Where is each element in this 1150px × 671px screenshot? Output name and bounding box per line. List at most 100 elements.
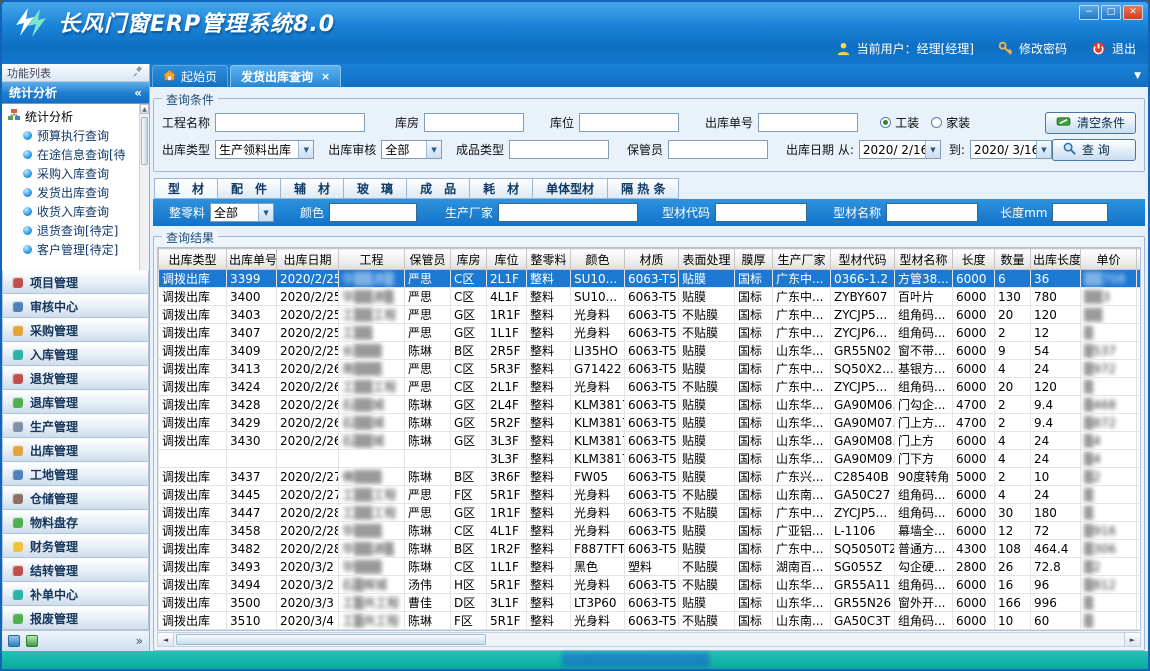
cell[interactable]: 3510 xyxy=(227,612,277,630)
cell[interactable]: ▒▒ xyxy=(1081,306,1137,324)
sidebar-module[interactable]: 入库管理 xyxy=(2,342,149,366)
dropdown-arrow-icon[interactable]: ▼ xyxy=(258,204,273,221)
cell[interactable]: 光身料 xyxy=(571,324,625,342)
cell[interactable]: 182 xyxy=(1137,558,1142,576)
profile-name-input[interactable] xyxy=(886,203,978,222)
cell[interactable]: B区 xyxy=(451,468,487,486)
cell[interactable]: 光身料 xyxy=(571,306,625,324)
cell[interactable]: GR55N26 xyxy=(831,594,895,612)
column-header[interactable]: 出库日期 xyxy=(277,249,339,270)
cell[interactable]: C区 xyxy=(451,360,487,378)
cell[interactable]: 20 xyxy=(995,306,1031,324)
cell[interactable]: 严思 xyxy=(405,270,451,288)
table-row[interactable]: 调拨出库34372020/2/27佛▒▒▒陈琳B区3R6F整料FW056063-… xyxy=(159,468,1142,486)
cell[interactable]: 20 xyxy=(995,378,1031,396)
cell[interactable]: 186 xyxy=(1137,396,1142,414)
cell[interactable]: 216 xyxy=(1137,468,1142,486)
cell[interactable]: 12 xyxy=(1031,324,1081,342)
cell[interactable]: 3500 xyxy=(227,594,277,612)
cell[interactable]: 整料 xyxy=(527,324,571,342)
table-row[interactable]: 调拨出库34822020/2/28华▒▒源▒陈琳B区1R2F整料F887TFT6… xyxy=(159,540,1142,558)
cell[interactable]: 12 xyxy=(995,522,1031,540)
cell[interactable]: 陈琳 xyxy=(405,342,451,360)
cell[interactable]: 4700 xyxy=(953,396,995,414)
cell[interactable]: 5R3F xyxy=(487,360,527,378)
cell[interactable]: 4300 xyxy=(953,540,995,558)
scroll-up-icon[interactable]: ▲ xyxy=(140,104,149,114)
cell[interactable]: 整料 xyxy=(527,378,571,396)
cell[interactable]: 6000 xyxy=(953,378,995,396)
cell[interactable]: C区 xyxy=(451,378,487,396)
cell[interactable]: 广东中... xyxy=(773,306,831,324)
cell[interactable]: 门勾企... xyxy=(895,396,953,414)
column-header[interactable]: 型材代码 xyxy=(831,249,895,270)
tab-shipping-outbound-query[interactable]: 发货出库查询 × xyxy=(230,65,341,87)
cell[interactable]: 6063-T5 xyxy=(625,432,679,450)
cell[interactable]: 3L1F xyxy=(487,594,527,612)
cell[interactable]: 光身料 xyxy=(571,576,625,594)
cell[interactable]: 调拨出库 xyxy=(159,324,227,342)
cell[interactable]: 调拨出库 xyxy=(159,468,227,486)
cell[interactable]: 3399 xyxy=(227,270,277,288)
cell[interactable]: 24 xyxy=(1031,486,1081,504)
cell[interactable]: 陈琳 xyxy=(405,414,451,432)
cell[interactable]: 湖南百... xyxy=(773,558,831,576)
cell[interactable]: 2R5F xyxy=(487,342,527,360)
cell[interactable]: ▒972 xyxy=(1081,360,1137,378)
date-to-picker[interactable]: 2020/ 3/16 ▼ xyxy=(970,140,1052,159)
cell[interactable]: 1L1F xyxy=(487,558,527,576)
keeper-input[interactable] xyxy=(668,140,768,159)
material-tab[interactable]: 型 材 xyxy=(154,178,218,199)
cell[interactable]: 整料 xyxy=(527,414,571,432)
cell[interactable]: C28540B xyxy=(831,468,895,486)
cell[interactable]: 调拨出库 xyxy=(159,612,227,630)
cell[interactable]: 贴膜 xyxy=(679,414,735,432)
column-header[interactable]: 颜色 xyxy=(571,249,625,270)
cell[interactable]: 6063-T5 xyxy=(625,306,679,324)
cell[interactable]: 6063-T5 xyxy=(625,414,679,432)
cell[interactable]: 464.4 xyxy=(1031,540,1081,558)
cell[interactable]: 6000 xyxy=(953,450,995,468)
cell[interactable]: 贴膜 xyxy=(679,396,735,414)
column-header[interactable]: 整零料 xyxy=(527,249,571,270)
cell[interactable]: L型角... xyxy=(895,630,953,632)
material-tab[interactable]: 单体型材 xyxy=(533,178,608,199)
sidebar-module[interactable]: 退货管理 xyxy=(2,366,149,390)
close-button[interactable]: ✕ xyxy=(1123,5,1143,20)
cell[interactable]: G区 xyxy=(451,324,487,342)
cell[interactable]: H区 xyxy=(451,576,487,594)
cell[interactable]: ▒ xyxy=(1081,612,1137,630)
cell[interactable]: 3445 xyxy=(227,486,277,504)
cell[interactable]: 整料 xyxy=(527,576,571,594)
cell[interactable]: 广亚铝... xyxy=(773,522,831,540)
cell[interactable]: 3403 xyxy=(227,306,277,324)
column-header[interactable]: 型材名称 xyxy=(895,249,953,270)
cell[interactable]: 整料 xyxy=(527,522,571,540)
cell[interactable]: LI35HO xyxy=(571,342,625,360)
cell[interactable]: G区 xyxy=(451,432,487,450)
cell[interactable]: 不贴膜 xyxy=(679,612,735,630)
cell[interactable]: 调拨出库 xyxy=(159,342,227,360)
cell[interactable]: 整料 xyxy=(527,558,571,576)
cell[interactable]: 整料 xyxy=(527,612,571,630)
cell[interactable]: 6000 xyxy=(953,270,995,288)
table-row[interactable]: 调拨出库34942020/3/2石▒辉城汤伟H区5R1F整料光身料6063-T5… xyxy=(159,576,1142,594)
search-button[interactable]: 查 询 xyxy=(1052,139,1136,161)
tab-close-icon[interactable]: × xyxy=(321,70,330,83)
table-row[interactable]: 调拨出库34302020/2/26石▒▒城陈琳G区3L3F整料KLM381760… xyxy=(159,432,1142,450)
change-password-link[interactable]: 修改密码 xyxy=(1019,40,1067,57)
table-row[interactable]: 调拨出库34932020/3/2华▒▒▒陈琳C区1L1F整料黑色塑料不贴膜国标湖… xyxy=(159,558,1142,576)
cell[interactable]: 贴膜 xyxy=(679,468,735,486)
cell[interactable]: SG055Z xyxy=(831,558,895,576)
logout-link[interactable]: 退出 xyxy=(1112,40,1136,57)
cell[interactable]: 整料 xyxy=(527,504,571,522)
minimize-button[interactable]: − xyxy=(1079,5,1099,20)
cell[interactable]: 96 xyxy=(1031,576,1081,594)
cell[interactable]: 整料 xyxy=(527,468,571,486)
horizontal-scrollbar[interactable]: ◄ ► xyxy=(157,632,1141,647)
cell[interactable]: 90度转角 xyxy=(895,468,953,486)
cell[interactable]: 调拨出库 xyxy=(159,540,227,558)
tree-item[interactable]: 收货入库查询 xyxy=(8,202,137,221)
cell[interactable]: ▒2 xyxy=(1081,558,1137,576)
cell[interactable]: 陈琳 xyxy=(405,540,451,558)
